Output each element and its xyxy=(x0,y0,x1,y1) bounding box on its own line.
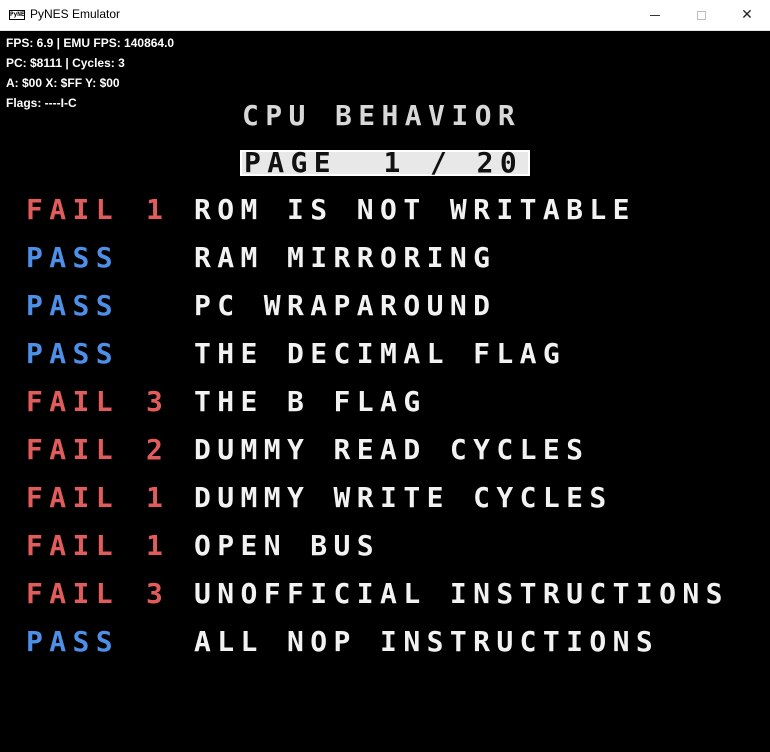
test-name: RAM MIRRORING xyxy=(194,241,497,274)
fps-readout: FPS: 6.9 | EMU FPS: 140864.0 xyxy=(6,36,175,50)
title-bar[interactable]: PyNES PyNES Emulator ✕ xyxy=(0,0,770,31)
test-name: PC WRAPAROUND xyxy=(194,289,497,322)
minimize-button[interactable] xyxy=(632,0,678,30)
close-button[interactable]: ✕ xyxy=(724,0,770,30)
test-status: FAIL xyxy=(26,193,120,226)
maximize-icon xyxy=(696,10,706,20)
test-row: PASS RAM MIRRORING xyxy=(0,244,770,284)
test-name: DUMMY READ CYCLES xyxy=(194,433,590,466)
test-error-code: 3 xyxy=(146,385,170,418)
test-row: PASS PC WRAPAROUND xyxy=(0,292,770,332)
test-name: ROM IS NOT WRITABLE xyxy=(194,193,636,226)
test-error-code: 1 xyxy=(146,529,170,562)
test-row: FAIL 1 DUMMY WRITE CYCLES xyxy=(0,484,770,524)
test-status: FAIL xyxy=(26,433,120,466)
test-error-code: 1 xyxy=(146,481,170,514)
test-error-code: 2 xyxy=(146,433,170,466)
test-name: ALL NOP INSTRUCTIONS xyxy=(194,625,660,658)
close-icon: ✕ xyxy=(741,7,753,23)
test-row: PASS THE DECIMAL FLAG xyxy=(0,340,770,380)
test-name: THE B FLAG xyxy=(194,385,427,418)
nes-app-icon: PyNES xyxy=(9,10,25,20)
test-row: FAIL 3 UNOFFICIAL INSTRUCTIONS xyxy=(0,580,770,620)
test-row: FAIL 3 THE B FLAG xyxy=(0,388,770,428)
test-name: DUMMY WRITE CYCLES xyxy=(194,481,613,514)
pc-cycles-readout: PC: $8111 | Cycles: 3 xyxy=(6,56,125,70)
test-status: FAIL xyxy=(26,481,120,514)
test-error-code: 3 xyxy=(146,577,170,610)
screen-heading: CPU BEHAVIOR xyxy=(242,99,522,132)
window-title: PyNES Emulator xyxy=(30,7,121,21)
registers-readout: A: $00 X: $FF Y: $00 xyxy=(6,76,120,90)
maximize-button[interactable] xyxy=(678,0,724,30)
minimize-icon xyxy=(650,14,660,16)
page-indicator: PAGE 1 / 20 xyxy=(244,146,524,179)
test-name: UNOFFICIAL INSTRUCTIONS xyxy=(194,577,729,610)
test-status: FAIL xyxy=(26,577,120,610)
emulator-window: PyNES PyNES Emulator ✕ FPS: 6.9 | EMU FP… xyxy=(0,0,770,752)
test-row: PASS ALL NOP INSTRUCTIONS xyxy=(0,628,770,668)
test-status: PASS xyxy=(26,625,120,658)
test-status: FAIL xyxy=(26,385,120,418)
test-status: PASS xyxy=(26,241,120,274)
test-row: FAIL 2 DUMMY READ CYCLES xyxy=(0,436,770,476)
test-status: PASS xyxy=(26,337,120,370)
flags-readout: Flags: ----I-C xyxy=(6,96,77,110)
test-row: FAIL 1 ROM IS NOT WRITABLE xyxy=(0,196,770,236)
test-row: FAIL 1 OPEN BUS xyxy=(0,532,770,572)
test-status: PASS xyxy=(26,289,120,322)
test-status: FAIL xyxy=(26,529,120,562)
test-error-code: 1 xyxy=(146,193,170,226)
test-name: OPEN BUS xyxy=(194,529,381,562)
test-name: THE DECIMAL FLAG xyxy=(194,337,567,370)
